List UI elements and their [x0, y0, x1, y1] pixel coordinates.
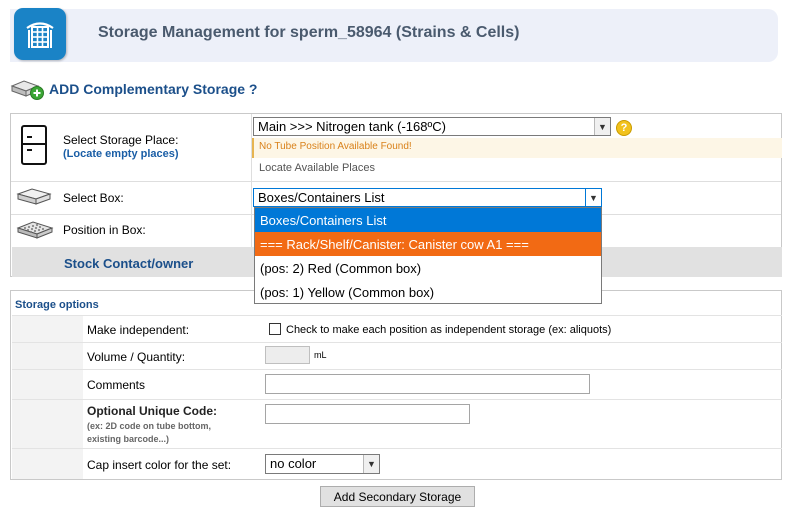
cap-color-select[interactable]: no color ▼	[265, 454, 380, 474]
row-divider	[11, 181, 781, 182]
make-independent-checkbox[interactable]	[269, 323, 281, 335]
add-storage-icon[interactable]	[10, 77, 46, 101]
option-row-volume: Volume / Quantity: mL	[12, 342, 782, 369]
storage-options-panel: Storage options Make independent: Check …	[10, 290, 782, 480]
position-label: Position in Box:	[63, 223, 146, 237]
dropdown-option[interactable]: Boxes/Containers List	[255, 208, 601, 232]
box-dropdown-list[interactable]: Boxes/Containers List === Rack/Shelf/Can…	[254, 207, 602, 304]
storage-place-value: Main >>> Nitrogen tank (-168ºC)	[258, 119, 446, 134]
box-select[interactable]: Boxes/Containers List ▼	[253, 188, 602, 207]
option-row-comments: Comments	[12, 369, 782, 399]
volume-input[interactable]	[265, 346, 310, 364]
storage-rack-icon	[14, 8, 66, 60]
page-title: Storage Management for sperm_58964 (Stra…	[98, 24, 520, 41]
option-row-independent: Make independent: Check to make each pos…	[12, 315, 782, 342]
locate-available-places-link[interactable]: Locate Available Places	[259, 162, 375, 174]
comments-label: Comments	[87, 378, 146, 392]
box-select-value: Boxes/Containers List	[258, 190, 385, 205]
make-independent-label: Make independent:	[87, 323, 190, 337]
position-grid-icon	[16, 221, 54, 239]
section-title[interactable]: ADD Complementary Storage ?	[49, 81, 257, 97]
volume-label: Volume / Quantity:	[87, 350, 186, 364]
storage-place-label: Select Storage Place:	[63, 133, 179, 147]
storage-options-title: Storage options	[15, 299, 99, 311]
help-icon[interactable]: ?	[616, 120, 632, 136]
dropdown-option[interactable]: (pos: 1) Yellow (Common box)	[255, 280, 601, 304]
cap-color-label: Cap insert color for the set:	[87, 458, 232, 472]
locate-empty-places-link[interactable]: (Locate empty places)	[63, 148, 179, 160]
storage-place-select[interactable]: Main >>> Nitrogen tank (-168ºC) ▼	[253, 117, 611, 136]
option-row-unique-code: Optional Unique Code: (ex: 2D code on tu…	[12, 399, 782, 448]
dropdown-option[interactable]: === Rack/Shelf/Canister: Canister cow A1…	[255, 232, 601, 256]
chevron-down-icon[interactable]: ▼	[594, 118, 610, 135]
no-position-warning: No Tube Position Available Found!	[252, 138, 782, 158]
cap-color-value: no color	[270, 456, 317, 471]
box-icon	[16, 188, 52, 205]
freezer-icon	[21, 125, 47, 165]
chevron-down-icon[interactable]: ▼	[585, 189, 601, 206]
volume-unit: mL	[314, 350, 327, 360]
unique-code-hint: (ex: 2D code on tube bottom,	[87, 421, 212, 431]
dropdown-option[interactable]: (pos: 2) Red (Common box)	[255, 256, 601, 280]
stock-contact-title: Stock Contact/owner	[64, 256, 194, 271]
chevron-down-icon[interactable]: ▼	[363, 455, 379, 473]
add-secondary-storage-button[interactable]: Add Secondary Storage	[320, 486, 475, 507]
box-label: Select Box:	[63, 191, 124, 205]
unique-code-hint: existing barcode...)	[87, 434, 170, 444]
option-row-cap-color: Cap insert color for the set: no color ▼	[12, 448, 782, 479]
make-independent-text: Check to make each position as independe…	[286, 324, 612, 336]
unique-code-input[interactable]	[265, 404, 470, 424]
unique-code-label: Optional Unique Code:	[87, 404, 217, 418]
comments-input[interactable]	[265, 374, 590, 394]
